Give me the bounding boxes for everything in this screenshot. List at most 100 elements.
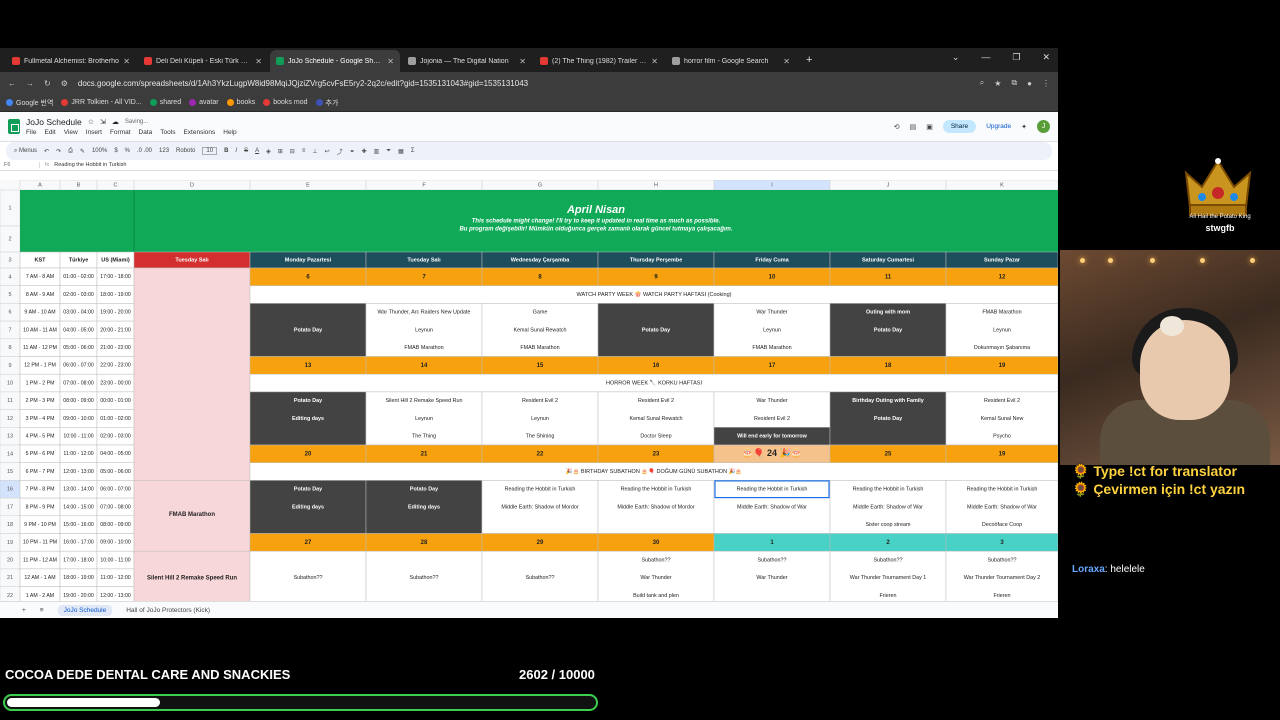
maximize-icon[interactable]: ❐ xyxy=(1012,52,1020,63)
forward-icon[interactable]: → xyxy=(26,79,34,88)
meet-icon[interactable]: ▣ xyxy=(926,123,933,131)
zoom-select[interactable]: 100% xyxy=(92,148,107,154)
valign-icon[interactable]: ⊥ xyxy=(312,148,317,155)
date-label: 11 xyxy=(885,274,892,280)
move-icon[interactable]: ⇲ xyxy=(100,118,106,126)
tab-favicon-icon xyxy=(672,57,680,65)
filter-icon[interactable]: ⏷ xyxy=(386,148,391,155)
history-icon[interactable]: ⟲ xyxy=(894,123,900,131)
browser-tab[interactable]: Deli Deli Küpeli - Eski Türk Film ✕ xyxy=(138,50,268,72)
reload-icon[interactable]: ↻ xyxy=(44,79,51,88)
time-label: 7 PM - 8 PM xyxy=(26,487,55,493)
close-icon[interactable]: ✕ xyxy=(1042,52,1050,63)
browser-tab[interactable]: (2) The Thing (1982) Trailer - Yo ✕ xyxy=(534,50,664,72)
url-field[interactable]: docs.google.com/spreadsheets/d/1Ah3YkzLu… xyxy=(78,79,970,88)
bookmark-item[interactable]: JRR Tolkien - All VID... xyxy=(61,99,142,106)
font-select[interactable]: Roboto xyxy=(176,148,195,154)
comment-icon[interactable]: ▤ xyxy=(910,123,917,131)
strike-button[interactable]: S xyxy=(244,148,248,154)
tab-hall-of-protectors[interactable]: Hall of JoJo Protectors (Kick) xyxy=(126,607,210,614)
tab-close-icon[interactable]: ✕ xyxy=(651,57,658,66)
document-title[interactable]: JoJo Schedule xyxy=(26,117,82,127)
bold-button[interactable]: B xyxy=(224,148,228,154)
italic-button[interactable]: I xyxy=(235,148,237,154)
merge-icon[interactable]: ⊟ xyxy=(290,148,295,155)
spreadsheet-grid[interactable]: A B C D E F G H I J K 1 2 3 4 5 6 7 8 9 10 11 12 13 14 15 16 17 18 19… xyxy=(0,180,1058,601)
event-label: War Thunder, Arc Raiders New Update xyxy=(378,310,471,316)
undo-icon[interactable]: ↶ xyxy=(44,148,49,155)
all-sheets-icon[interactable]: ≡ xyxy=(40,607,44,614)
tab-close-icon[interactable]: ✕ xyxy=(783,57,790,66)
site-info-icon[interactable]: ⚙ xyxy=(61,79,68,88)
menu-extensions[interactable]: Extensions xyxy=(183,129,215,136)
gemini-icon[interactable]: ✦ xyxy=(1021,123,1027,131)
browser-tab[interactable]: JoJo Schedule - Google Sheets ✕ xyxy=(270,50,400,72)
menu-help[interactable]: Help xyxy=(223,129,236,136)
chart-icon[interactable]: ▥ xyxy=(374,148,380,155)
tab-close-icon[interactable]: ✕ xyxy=(123,57,130,66)
search-icon[interactable]: ⌕ xyxy=(980,78,984,88)
text-color-button[interactable]: A xyxy=(255,148,259,154)
menu-edit[interactable]: Edit xyxy=(44,129,55,136)
bookmark-item[interactable]: shared xyxy=(149,99,181,106)
font-size-field[interactable]: 10 xyxy=(202,147,218,155)
side-cell[interactable] xyxy=(133,267,251,481)
rotate-icon[interactable]: ⤴ xyxy=(337,147,343,156)
extensions-icon[interactable]: ⧉ xyxy=(1011,78,1017,88)
share-button[interactable]: Share xyxy=(942,120,977,133)
bookmark-item[interactable]: avatar xyxy=(189,99,219,106)
back-icon[interactable]: ← xyxy=(8,79,16,88)
borders-icon[interactable]: ⊞ xyxy=(278,148,283,155)
print-icon[interactable]: ⎙ xyxy=(68,148,73,155)
more-icon[interactable]: ⋮ xyxy=(1042,79,1050,88)
comment-add-icon[interactable]: ✚ xyxy=(362,148,367,155)
search-menus[interactable]: ⌕ Menus xyxy=(14,148,37,155)
add-sheet-icon[interactable]: + xyxy=(22,607,26,614)
paint-format-icon[interactable]: ✎ xyxy=(80,148,85,155)
browser-tab[interactable]: Fullmetal Alchemist: Brotherho ✕ xyxy=(6,50,136,72)
wrap-icon[interactable]: ↩ xyxy=(325,148,330,155)
name-box[interactable]: F6 xyxy=(0,162,40,168)
new-tab-button[interactable]: + xyxy=(798,54,820,66)
formula-input[interactable]: Reading the Hobbit in Turkish xyxy=(54,162,126,168)
redo-icon[interactable]: ↷ xyxy=(56,148,61,155)
profile-icon[interactable]: ● xyxy=(1027,79,1032,88)
bookmark-item[interactable]: 추가 xyxy=(315,98,338,108)
upgrade-button[interactable]: Upgrade xyxy=(986,123,1011,130)
bookmark-icon xyxy=(61,99,69,106)
chevron-down-icon[interactable]: ⌄ xyxy=(952,52,960,63)
tab-close-icon[interactable]: ✕ xyxy=(255,57,262,66)
date-label: 27 xyxy=(305,540,312,546)
minimize-icon[interactable]: — xyxy=(981,52,990,63)
menu-format[interactable]: Format xyxy=(110,129,131,136)
sheets-logo-icon[interactable] xyxy=(8,119,20,134)
browser-tab[interactable]: Jojonia — The Digital Nation ✕ xyxy=(402,50,532,72)
tab-jojo-schedule[interactable]: JoJo Schedule xyxy=(57,604,113,616)
chat-text: : helelele xyxy=(1104,564,1145,575)
row-number: 18 xyxy=(7,522,13,528)
views-icon[interactable]: ▦ xyxy=(398,148,404,155)
menu-insert[interactable]: Insert xyxy=(86,129,102,136)
avatar[interactable]: J xyxy=(1037,120,1050,133)
menu-view[interactable]: View xyxy=(64,129,78,136)
fill-color-icon[interactable]: ◈ xyxy=(266,148,271,155)
bookmark-item[interactable]: Google 번역 xyxy=(6,98,53,108)
currency-button[interactable]: $ xyxy=(114,148,117,154)
functions-icon[interactable]: Σ xyxy=(411,148,415,154)
event-label: Leynun xyxy=(763,327,781,333)
star-icon[interactable]: ★ xyxy=(994,79,1001,88)
link-icon[interactable]: ⚭ xyxy=(350,148,355,155)
bookmark-item[interactable]: books xyxy=(226,99,255,106)
menu-tools[interactable]: Tools xyxy=(160,129,175,136)
decimal-buttons[interactable]: .0 .00 xyxy=(137,148,152,154)
menu-data[interactable]: Data xyxy=(139,129,153,136)
align-icon[interactable]: ≡ xyxy=(302,148,306,154)
tab-close-icon[interactable]: ✕ xyxy=(519,57,526,66)
menu-file[interactable]: File xyxy=(26,129,36,136)
bookmark-item[interactable]: books mod xyxy=(263,99,308,106)
browser-tab[interactable]: horror film - Google Search ✕ xyxy=(666,50,796,72)
tab-close-icon[interactable]: ✕ xyxy=(387,57,394,66)
number-format-button[interactable]: 123 xyxy=(159,148,169,154)
percent-button[interactable]: % xyxy=(125,148,130,154)
star-icon[interactable]: ☆ xyxy=(88,118,94,126)
